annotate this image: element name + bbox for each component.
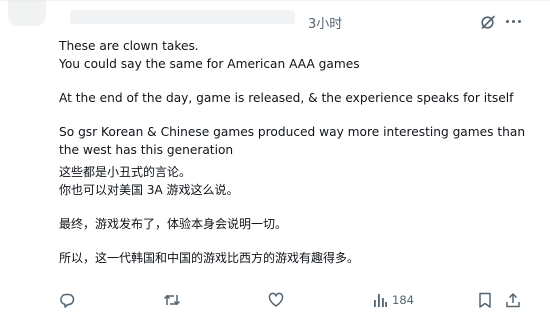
translation-line: 这些都是小丑式的言论。 [59,165,192,179]
tweet-line: You could say the same for American AAA … [59,57,360,71]
views-count: 184 [392,293,414,307]
retweet-icon [163,294,181,306]
heart-icon [268,292,284,307]
bookmark-icon [479,292,491,308]
grok-icon[interactable] [480,14,496,30]
avatar[interactable] [8,0,46,26]
more-options-icon[interactable] [506,20,522,24]
translation-line: 你也可以对美国 3A 游戏这么说。 [59,183,239,197]
views-chart-icon [374,294,387,307]
reply-icon [60,293,75,308]
retweet-button[interactable] [163,291,181,309]
reply-button[interactable] [59,291,75,309]
tweet-timestamp[interactable]: 3小时 [308,13,342,32]
translation-line: 最终，游戏发布了，体验本身会说明一切。 [59,217,288,231]
tweet-top-border [0,0,550,1]
tweet-line: At the end of the day, game is released,… [59,91,514,105]
tweet-text: These are clown takes. You could say the… [59,37,529,267]
share-icon [506,292,520,308]
tweet-line: So gsr Korean & Chinese games produced w… [59,125,526,139]
translation-line: 所以，这一代韩国和中国的游戏比西方的游戏有趣得多。 [59,251,360,265]
tweet-line: These are clown takes. [59,39,199,53]
like-button[interactable] [268,291,284,309]
author-name-redacted [70,10,295,24]
views-button[interactable]: 184 [373,291,414,309]
bookmark-button[interactable] [478,291,492,309]
tweet-line: the west has this generation [59,143,234,157]
share-button[interactable] [505,291,521,309]
